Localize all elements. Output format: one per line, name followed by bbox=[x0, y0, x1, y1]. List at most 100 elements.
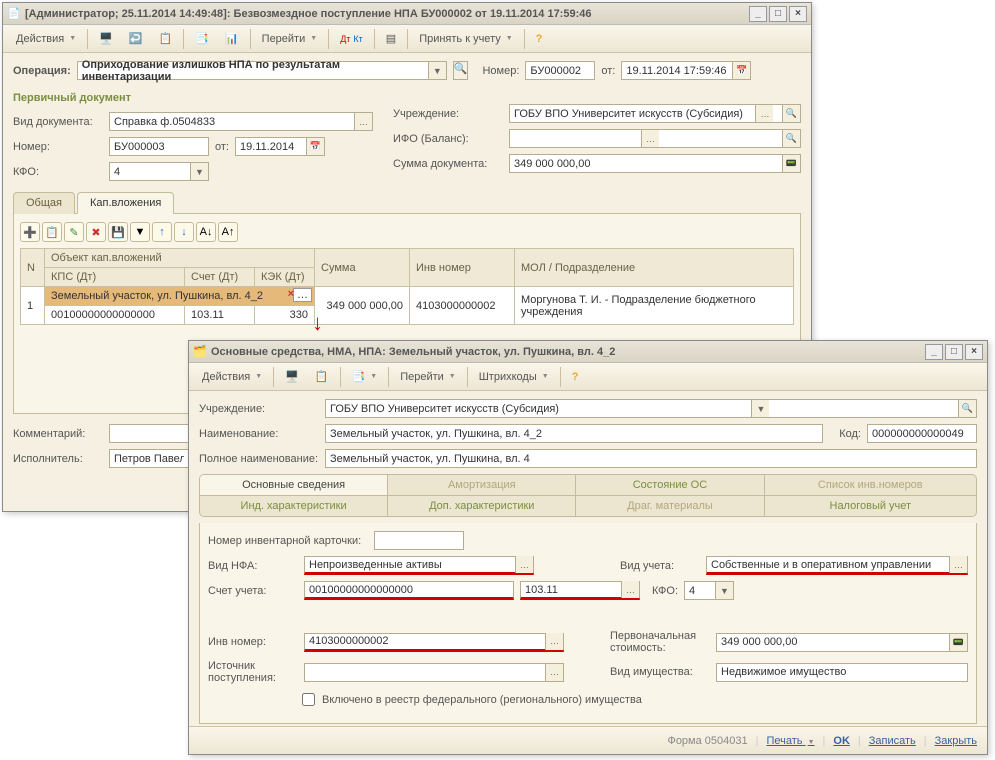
maximize-button[interactable]: □ bbox=[769, 6, 787, 22]
col-acct[interactable]: Счет (Дт) bbox=[185, 268, 255, 287]
doc-type-field[interactable]: Справка ф.0504833 … bbox=[109, 112, 373, 131]
toolbar-barcode-icon[interactable]: ▤ bbox=[379, 28, 403, 50]
src-field[interactable]: … bbox=[304, 663, 564, 682]
ellipsis-icon[interactable]: … bbox=[545, 633, 563, 650]
tab-invlist[interactable]: Список инв.номеров bbox=[765, 475, 976, 496]
search-icon[interactable]: 🔍 bbox=[958, 400, 976, 417]
calendar-icon[interactable]: 📅 bbox=[732, 62, 750, 79]
actions-menu[interactable]: Действия▼ bbox=[195, 366, 269, 388]
date-field[interactable]: 19.11.2014 17:59:46 📅 bbox=[621, 61, 751, 80]
comment-field[interactable] bbox=[109, 424, 189, 443]
minimize-button[interactable]: _ bbox=[749, 6, 767, 22]
org-field[interactable]: ГОБУ ВПО Университет искусств (Субсидия)… bbox=[325, 399, 977, 418]
toolbar-icon-1[interactable]: 🖥️ bbox=[278, 366, 306, 388]
cell-clear-icon[interactable]: × bbox=[288, 288, 294, 300]
fullname-field[interactable] bbox=[325, 449, 977, 468]
acct-type-field[interactable]: Собственные и в оперативном управлении … bbox=[706, 556, 968, 575]
goto-menu[interactable]: Перейти▼ bbox=[393, 366, 463, 388]
col-mol[interactable]: МОЛ / Подразделение bbox=[515, 249, 794, 287]
name-field[interactable] bbox=[325, 424, 823, 443]
tab-amort[interactable]: Амортизация bbox=[388, 475, 576, 496]
col-obj[interactable]: Объект кап.вложений bbox=[45, 249, 315, 268]
cell-obj[interactable]: Земельный участок, ул. Пушкина, вл. 4_2 … bbox=[45, 287, 315, 306]
edit-row-icon[interactable]: ✎ bbox=[64, 222, 84, 242]
tab-tax[interactable]: Налоговый учет bbox=[765, 496, 976, 516]
ellipsis-icon[interactable]: … bbox=[545, 664, 563, 681]
tab-general[interactable]: Общая bbox=[13, 192, 75, 214]
more-icon[interactable]: ▼ bbox=[130, 222, 150, 242]
dropdown-icon[interactable]: ▼ bbox=[190, 163, 208, 180]
calc-icon[interactable]: 📟 bbox=[782, 155, 800, 172]
minimize-button[interactable]: _ bbox=[925, 344, 943, 360]
tab-dop[interactable]: Доп. характеристики bbox=[388, 496, 576, 516]
delete-row-icon[interactable]: ✖ bbox=[86, 222, 106, 242]
ellipsis-icon[interactable]: … bbox=[515, 556, 533, 573]
move-up-icon[interactable]: ↑ bbox=[152, 222, 172, 242]
search-icon[interactable]: 🔍 bbox=[453, 61, 469, 80]
save-button[interactable]: Записать bbox=[869, 735, 916, 747]
executor-field[interactable] bbox=[109, 449, 189, 468]
proptype-field[interactable]: Недвижимое имущество bbox=[716, 663, 968, 682]
calendar-icon[interactable]: 📅 bbox=[306, 138, 324, 155]
kfo2-field[interactable]: 4 ▼ bbox=[684, 581, 734, 600]
col-kek[interactable]: КЭК (Дт) bbox=[255, 268, 315, 287]
tab-capital[interactable]: Кап.вложения bbox=[77, 192, 174, 214]
invcard-field[interactable] bbox=[374, 531, 464, 550]
col-n[interactable]: N bbox=[21, 249, 45, 287]
move-down-icon[interactable]: ↓ bbox=[174, 222, 194, 242]
ellipsis-icon[interactable]: … bbox=[641, 130, 659, 147]
col-inv[interactable]: Инв номер bbox=[410, 249, 515, 287]
ifo-field[interactable]: … 🔍 bbox=[509, 129, 801, 148]
calc-icon[interactable]: 📟 bbox=[949, 634, 967, 651]
operation-field[interactable]: Оприходование излишков НПА по результата… bbox=[77, 61, 447, 80]
col-kps[interactable]: КПС (Дт) bbox=[45, 268, 185, 287]
maximize-button[interactable]: □ bbox=[945, 344, 963, 360]
number2-field[interactable] bbox=[109, 137, 209, 156]
add-row-icon[interactable]: ➕ bbox=[20, 222, 40, 242]
ellipsis-icon[interactable]: … bbox=[755, 105, 773, 122]
org-field[interactable]: ГОБУ ВПО Университет искусств (Субсидия)… bbox=[509, 104, 801, 123]
actions-menu[interactable]: Действия▼ bbox=[9, 28, 83, 50]
close-button[interactable]: × bbox=[789, 6, 807, 22]
tab-main-info[interactable]: Основные сведения bbox=[200, 475, 388, 496]
toolbar-icon-3[interactable]: 📑▼ bbox=[345, 366, 385, 388]
ellipsis-icon[interactable]: … bbox=[621, 581, 639, 598]
barcodes-menu[interactable]: Штрихкоды▼ bbox=[472, 366, 556, 388]
initcost-field[interactable]: 349 000 000,00 📟 bbox=[716, 633, 968, 652]
tab-ind[interactable]: Инд. характеристики bbox=[200, 496, 388, 516]
code-field[interactable] bbox=[867, 424, 977, 443]
ellipsis-icon[interactable]: … bbox=[949, 556, 967, 573]
ellipsis-icon[interactable]: … bbox=[354, 113, 372, 130]
toolbar-icon-4[interactable]: 📑 bbox=[188, 28, 216, 50]
col-sum[interactable]: Сумма bbox=[315, 249, 410, 287]
save-icon[interactable]: 💾 bbox=[108, 222, 128, 242]
sort-desc-icon[interactable]: A↑ bbox=[218, 222, 238, 242]
registry-checkbox[interactable] bbox=[302, 693, 315, 706]
toolbar-icon-1[interactable]: 🖥️ bbox=[92, 28, 120, 50]
toolbar-icon-3[interactable]: 📋 bbox=[152, 28, 180, 50]
cell-ellipsis-icon[interactable]: … bbox=[293, 288, 312, 302]
toolbar-icon-2[interactable]: 📋 bbox=[308, 366, 336, 388]
toolbar-icon-2[interactable]: ↩️ bbox=[122, 28, 150, 50]
sum-field[interactable]: 349 000 000,00 📟 bbox=[509, 154, 801, 173]
accept-button[interactable]: Принять к учету▼ bbox=[412, 28, 519, 50]
help-icon[interactable]: ? bbox=[529, 28, 550, 50]
search-icon[interactable]: 🔍 bbox=[782, 130, 800, 147]
close-link[interactable]: Закрыть bbox=[935, 735, 977, 747]
date2-field[interactable]: 19.11.2014 📅 bbox=[235, 137, 325, 156]
tab-drag[interactable]: Драг. материалы bbox=[576, 496, 764, 516]
sort-asc-icon[interactable]: A↓ bbox=[196, 222, 216, 242]
toolbar-icon-5[interactable]: 📊 bbox=[218, 28, 246, 50]
dropdown-icon[interactable]: ▼ bbox=[428, 62, 446, 79]
dropdown-icon[interactable]: ▼ bbox=[715, 582, 733, 599]
ok-button[interactable]: OK bbox=[833, 735, 850, 747]
acct-field2[interactable]: 103.11 … bbox=[520, 581, 640, 600]
number-field[interactable] bbox=[525, 61, 595, 80]
inv-field[interactable]: 4103000000002 … bbox=[304, 633, 564, 652]
nfa-field[interactable]: Непроизведенные активы … bbox=[304, 556, 534, 575]
close-button[interactable]: × bbox=[965, 344, 983, 360]
print-button[interactable]: Печать ▼ bbox=[766, 735, 814, 747]
acct-field1[interactable]: 00100000000000000 bbox=[304, 581, 514, 600]
search-icon[interactable]: 🔍 bbox=[782, 105, 800, 122]
table-row[interactable]: 1 Земельный участок, ул. Пушкина, вл. 4_… bbox=[21, 287, 794, 306]
